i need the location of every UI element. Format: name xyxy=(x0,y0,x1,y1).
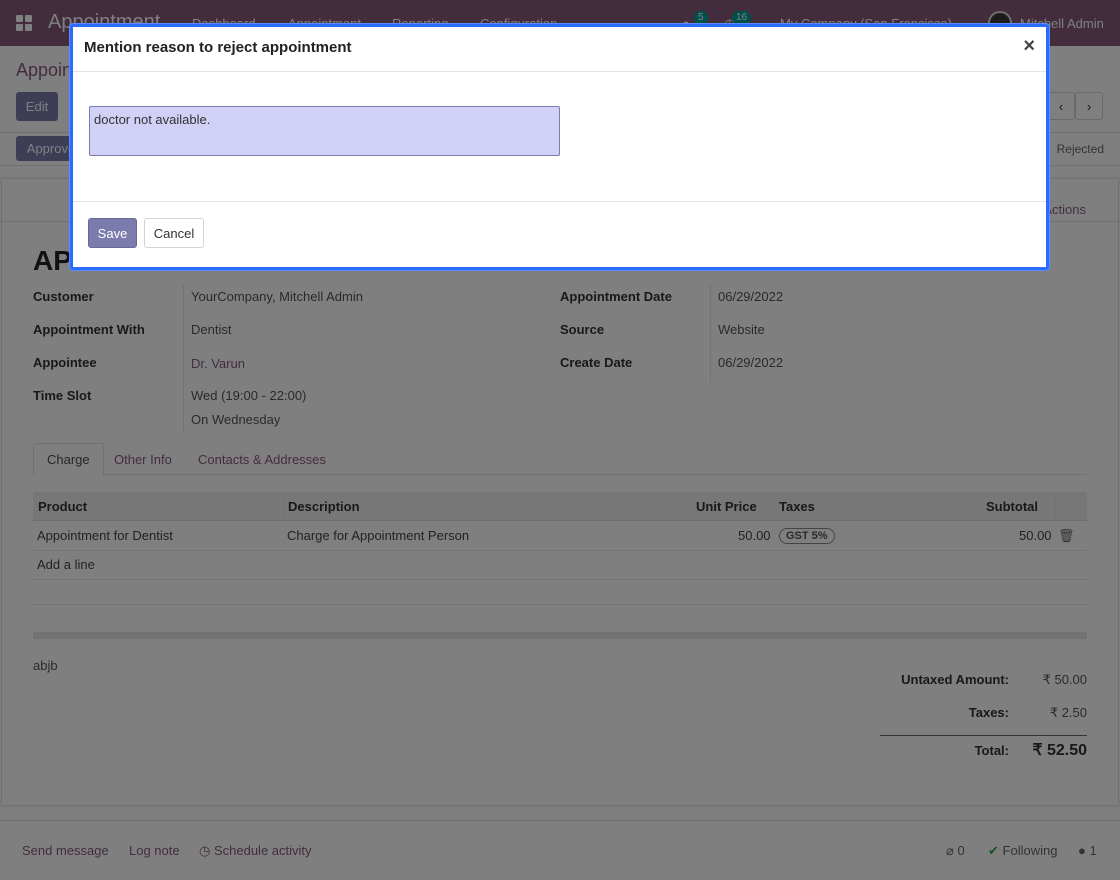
close-icon[interactable]: × xyxy=(1023,35,1035,58)
save-button[interactable]: Save xyxy=(88,218,137,248)
cancel-button[interactable]: Cancel xyxy=(144,218,204,248)
modal-title: Mention reason to reject appointment xyxy=(84,39,352,56)
reject-reason-dialog: Mention reason to reject appointment × d… xyxy=(70,24,1049,270)
modal-footer-divider xyxy=(73,201,1046,202)
modal-header: Mention reason to reject appointment × xyxy=(73,27,1046,72)
reason-textarea[interactable]: doctor not available. xyxy=(89,106,560,156)
